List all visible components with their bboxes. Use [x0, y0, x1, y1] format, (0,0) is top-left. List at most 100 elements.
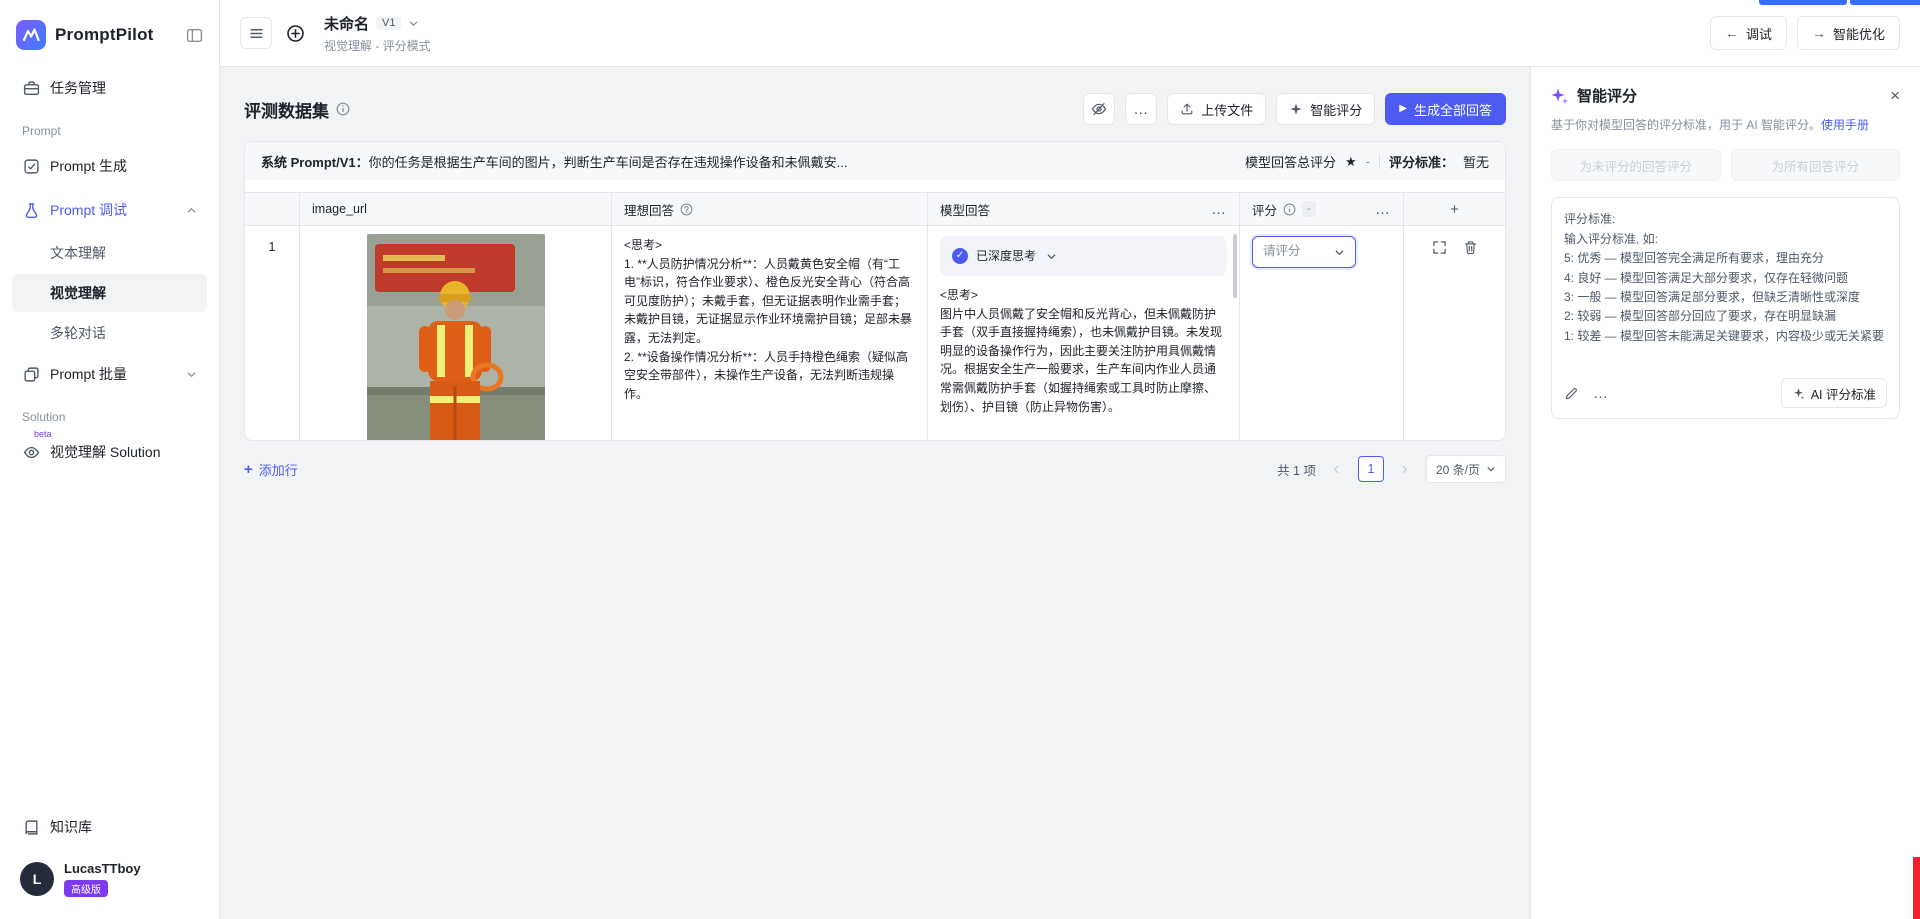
model-answer-cell[interactable]: ✓ 已深度思考 <思考> 图片中人员佩戴了安全帽和反光背心，但未佩戴防护手套（双… — [928, 226, 1240, 440]
sidebar-item-prompt-generate[interactable]: Prompt 生成 — [12, 146, 207, 186]
upload-file-button[interactable]: 上传文件 — [1167, 93, 1266, 125]
info-icon — [336, 102, 350, 116]
sidebar-item-prompt-debug[interactable]: Prompt 调试 — [12, 190, 207, 230]
total-score-label: 模型回答总评分 — [1245, 152, 1336, 171]
image-cell[interactable] — [300, 226, 612, 440]
sidebar-item-label: 知识库 — [50, 817, 92, 837]
ideal-answer-text: <思考> 1. **人员防护情况分析**：人员戴黄色安全帽（有“工电”标识，符合… — [624, 236, 915, 403]
table-header-row: image_url 理想回答 模型回答 … — [245, 192, 1505, 226]
promptpilot-logo-icon — [16, 20, 46, 50]
close-icon[interactable]: × — [1890, 87, 1900, 104]
sidebar-item-label: Prompt 生成 — [50, 156, 127, 176]
ai-criteria-label: AI 评分标准 — [1811, 384, 1876, 403]
eye-icon — [22, 443, 40, 461]
ai-score-panel: 智能评分 × 基于你对模型回答的评分标准，用于 AI 智能评分。使用手册 为未评… — [1530, 67, 1920, 919]
scrollbar-alert-marker — [1913, 857, 1920, 919]
page-size-select[interactable]: 20 条/页 — [1426, 455, 1506, 483]
right-column: 未命名 V1 视觉理解 - 评分模式 ← 调试 → 智能优化 — [220, 0, 1920, 919]
header-model-answer: 模型回答 … — [928, 192, 1240, 226]
score-all-button[interactable]: 为所有回答评分 — [1731, 149, 1901, 181]
table-footer: + 添加行 共 1 项 1 20 条/页 — [244, 455, 1506, 483]
notification-strip-segment — [1759, 0, 1847, 5]
prev-page-button[interactable] — [1324, 456, 1350, 482]
deep-think-toggle[interactable]: ✓ 已深度思考 — [940, 236, 1227, 276]
panel-description: 基于你对模型回答的评分标准，用于 AI 智能评分。使用手册 — [1551, 116, 1900, 135]
new-session-button[interactable] — [282, 20, 308, 46]
deep-think-label: 已深度思考 — [976, 247, 1036, 266]
chevron-up-icon — [186, 205, 197, 216]
score-select[interactable]: 请评分 — [1252, 236, 1356, 268]
sidebar-item-label: 视觉理解 Solution — [50, 442, 160, 462]
manual-link[interactable]: 使用手册 — [1821, 118, 1869, 132]
prompt-bar-right: 模型回答总评分 ★ - 评分标准： 暂无 — [1245, 152, 1489, 171]
topbar: 未命名 V1 视觉理解 - 评分模式 ← 调试 → 智能优化 — [220, 0, 1920, 67]
smart-optimize-button[interactable]: → 智能优化 — [1797, 16, 1900, 50]
delete-row-icon[interactable] — [1463, 240, 1478, 255]
magic-wand-icon — [1792, 387, 1805, 400]
generate-all-button[interactable]: ▶ 生成全部回答 — [1385, 93, 1506, 125]
smart-optimize-label: 智能优化 — [1833, 24, 1885, 43]
current-page-button[interactable]: 1 — [1358, 456, 1384, 482]
sidebar-item-knowledge-base[interactable]: 知识库 — [12, 807, 207, 847]
header-image-url: image_url — [300, 192, 612, 226]
score-cell: 请评分 — [1240, 226, 1404, 440]
prompt-generate-icon — [22, 157, 40, 175]
criteria-value: 暂无 — [1463, 152, 1489, 171]
main-content: 评测数据集 … — [220, 67, 1530, 919]
sidebar-item-multiturn-dialog[interactable]: 多轮对话 — [12, 314, 207, 352]
chevron-down-icon[interactable] — [408, 18, 419, 29]
score-unscored-button[interactable]: 为未评分的回答评分 — [1551, 149, 1721, 181]
system-prompt-bar[interactable]: 系统 Prompt/V1： 你的任务是根据生产车间的图片，判断生产车间是否存在违… — [245, 142, 1505, 180]
notification-strip — [1759, 0, 1920, 5]
next-page-button[interactable] — [1392, 456, 1418, 482]
chevron-down-icon — [186, 369, 197, 380]
check-circle-icon: ✓ — [952, 248, 968, 264]
cell-scrollbar[interactable] — [1233, 234, 1237, 298]
more-actions-button[interactable]: … — [1125, 93, 1157, 125]
page-size-label: 20 条/页 — [1436, 461, 1480, 478]
star-icon: ★ — [1345, 155, 1357, 168]
ideal-answer-cell[interactable]: <思考> 1. **人员防护情况分析**：人员戴黄色安全帽（有“工电”标识，符合… — [612, 226, 928, 440]
sidebar-item-label: Prompt 批量 — [50, 364, 127, 384]
page-title: 评测数据集 — [244, 97, 329, 122]
menu-toggle-button[interactable] — [240, 17, 272, 49]
sidebar-item-vision-solution[interactable]: beta 视觉理解 Solution — [12, 432, 207, 472]
sidebar-item-prompt-batch[interactable]: Prompt 批量 — [12, 354, 207, 394]
panel-title: 智能评分 — [1577, 85, 1637, 106]
expand-row-icon[interactable] — [1432, 240, 1447, 255]
title-block: 未命名 V1 视觉理解 - 评分模式 — [324, 13, 431, 54]
column-menu-icon[interactable]: … — [1211, 202, 1227, 217]
dots-icon: … — [1133, 102, 1149, 117]
sidebar-item-text-understanding[interactable]: 文本理解 — [12, 234, 207, 272]
user-account[interactable]: L LucasTTboy 高级版 — [12, 851, 207, 907]
add-row-button[interactable]: + 添加行 — [244, 460, 298, 479]
sidebar-item-task-management[interactable]: 任务管理 — [12, 68, 207, 108]
sidebar-item-vision-understanding[interactable]: 视觉理解 — [12, 274, 207, 312]
ai-criteria-button[interactable]: AI 评分标准 — [1781, 378, 1887, 408]
header-add-column[interactable]: + — [1404, 192, 1505, 226]
play-icon: ▶ — [1399, 104, 1407, 114]
row-index-cell: 1 — [245, 226, 300, 440]
criteria-text[interactable]: 评分标准: 输入评分标准, 如: 5: 优秀 — 模型回答完全满足所有要求，理由… — [1564, 210, 1887, 368]
debug-nav-label: 调试 — [1746, 24, 1772, 43]
hide-columns-button[interactable] — [1083, 93, 1115, 125]
sparkle-icon — [1289, 102, 1303, 116]
debug-nav-button[interactable]: ← 调试 — [1710, 16, 1787, 50]
dataset-table: image_url 理想回答 模型回答 … — [245, 192, 1505, 440]
help-icon — [680, 203, 693, 216]
score-average-chip: - — [1302, 201, 1316, 217]
criteria-editor[interactable]: 评分标准: 输入评分标准, 如: 5: 优秀 — 模型回答完全满足所有要求，理由… — [1551, 197, 1900, 419]
ai-score-button[interactable]: 智能评分 — [1276, 93, 1375, 125]
sidebar: PromptPilot 任务管理 Prompt Prompt 生成 — [0, 0, 220, 919]
header-label: 理想回答 — [624, 200, 674, 219]
header-score: 评分 - … — [1240, 192, 1404, 226]
page-head: 评测数据集 … — [244, 93, 1506, 125]
system-prompt-label: 系统 Prompt/V1： — [261, 152, 369, 171]
column-menu-icon[interactable]: … — [1375, 202, 1391, 217]
worker-photo[interactable] — [367, 234, 545, 440]
sidebar-collapse-icon[interactable] — [186, 27, 203, 44]
upload-icon — [1180, 102, 1194, 116]
header-label: image_url — [312, 202, 367, 216]
more-options-icon[interactable]: … — [1593, 386, 1609, 401]
edit-icon[interactable] — [1564, 386, 1579, 401]
